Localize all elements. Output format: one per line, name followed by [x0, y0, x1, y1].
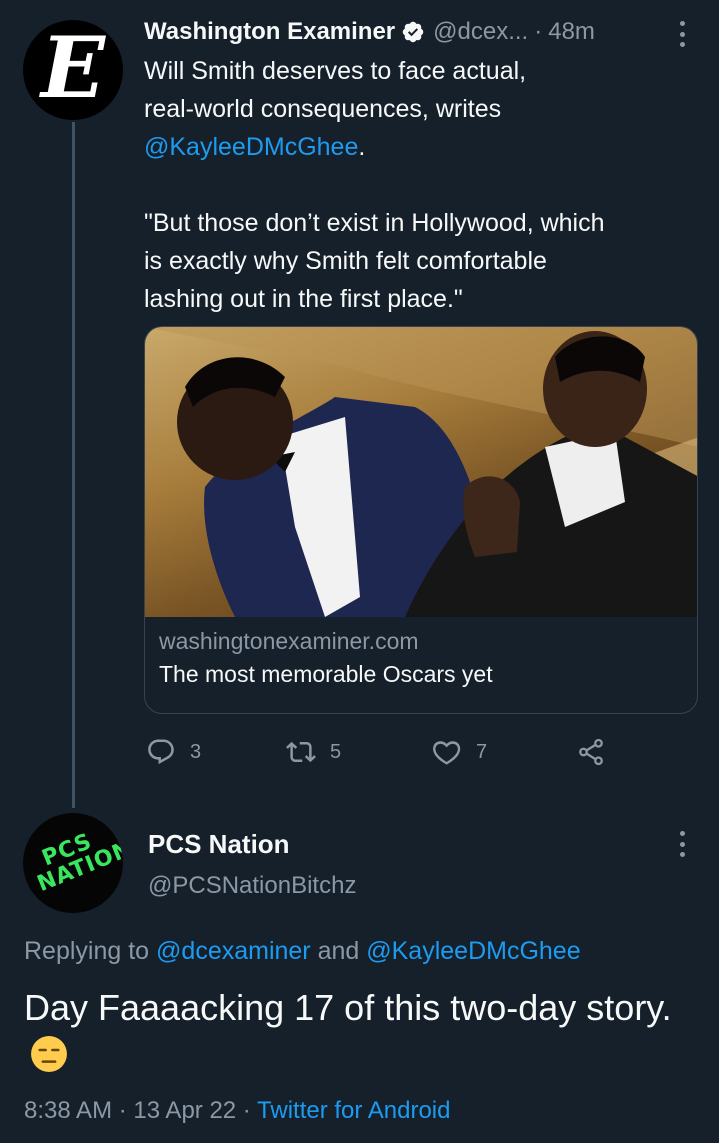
- like-icon: [433, 741, 461, 765]
- share-icon: [579, 738, 603, 766]
- tweet1-timestamp[interactable]: 48m: [548, 18, 595, 46]
- retweet-count: 5: [330, 740, 342, 763]
- tweet1-action-bar: 3 5 7: [144, 732, 624, 772]
- tweet2-meta: 8:38 AM · 13 Apr 22 · Twitter for Androi…: [24, 1092, 450, 1130]
- washington-examiner-avatar[interactable]: E: [23, 20, 123, 120]
- reply-mention-kayleedmcghee[interactable]: @KayleeDMcGhee: [366, 937, 580, 965]
- tweet1-text-period: .: [358, 133, 366, 161]
- thread-connector-line: [72, 122, 75, 808]
- oscars-photo-illustration: [145, 327, 697, 617]
- link-preview-card[interactable]: washingtonexaminer.com The most memorabl…: [144, 326, 698, 714]
- tweet1-mention-link[interactable]: @KayleeDMcGhee: [144, 133, 358, 161]
- tweet1-display-name[interactable]: Washington Examiner: [144, 18, 395, 46]
- expressionless-face-emoji: [31, 1036, 67, 1072]
- card-domain: washingtonexaminer.com: [159, 628, 419, 654]
- meta-separator-1: ·: [112, 1097, 134, 1124]
- reply-button[interactable]: 3: [146, 732, 201, 772]
- card-image[interactable]: [145, 327, 697, 617]
- tweet2-source-link[interactable]: Twitter for Android: [257, 1097, 450, 1124]
- tweet1-text: Will Smith deserves to face actual, real…: [144, 57, 527, 123]
- avatar-logo-letter: E: [40, 20, 106, 117]
- tweet1-body: Will Smith deserves to face actual, real…: [144, 52, 704, 318]
- tweet2-display-name[interactable]: PCS Nation: [148, 826, 290, 862]
- avatar-logo-text: PCS NATION: [26, 818, 123, 897]
- reply-count: 3: [190, 740, 202, 763]
- replying-and: and: [310, 937, 367, 965]
- tweet2-handle[interactable]: @PCSNationBitchz: [148, 868, 356, 904]
- replying-prefix: Replying to: [24, 937, 157, 965]
- tweet2-date[interactable]: 13 Apr 22: [133, 1097, 236, 1124]
- verified-badge-icon: [402, 21, 424, 43]
- replying-to-line: Replying to @dcexaminer and @KayleeDMcGh…: [24, 932, 581, 970]
- tweet2-text-content: Day Faaaacking 17 of this two-day story.: [24, 987, 672, 1028]
- like-count: 7: [476, 740, 488, 763]
- tweet1-header: Washington Examiner @dcex... · 48m: [144, 14, 704, 50]
- card-title: The most memorable Oscars yet: [159, 661, 493, 687]
- tweet2-time[interactable]: 8:38 AM: [24, 1097, 112, 1124]
- retweet-icon: [286, 741, 316, 763]
- reply-mention-dcexaminer[interactable]: @dcexaminer: [156, 937, 311, 965]
- tweet1-quote: "But those don’t exist in Hollywood, whi…: [144, 209, 605, 313]
- retweet-button[interactable]: 5: [286, 732, 341, 772]
- share-button[interactable]: [576, 732, 620, 772]
- like-button[interactable]: 7: [432, 732, 487, 772]
- pcs-nation-avatar[interactable]: PCS NATION: [23, 813, 123, 913]
- more-options-icon[interactable]: [678, 831, 686, 857]
- meta-separator-2: ·: [236, 1097, 258, 1124]
- more-options-icon[interactable]: [678, 21, 686, 47]
- reply-icon: [148, 739, 174, 765]
- header-separator: ·: [534, 18, 543, 45]
- tweet2-text: Day Faaaacking 17 of this two-day story.: [24, 984, 704, 1080]
- tweet1-handle[interactable]: @dcex...: [433, 18, 528, 46]
